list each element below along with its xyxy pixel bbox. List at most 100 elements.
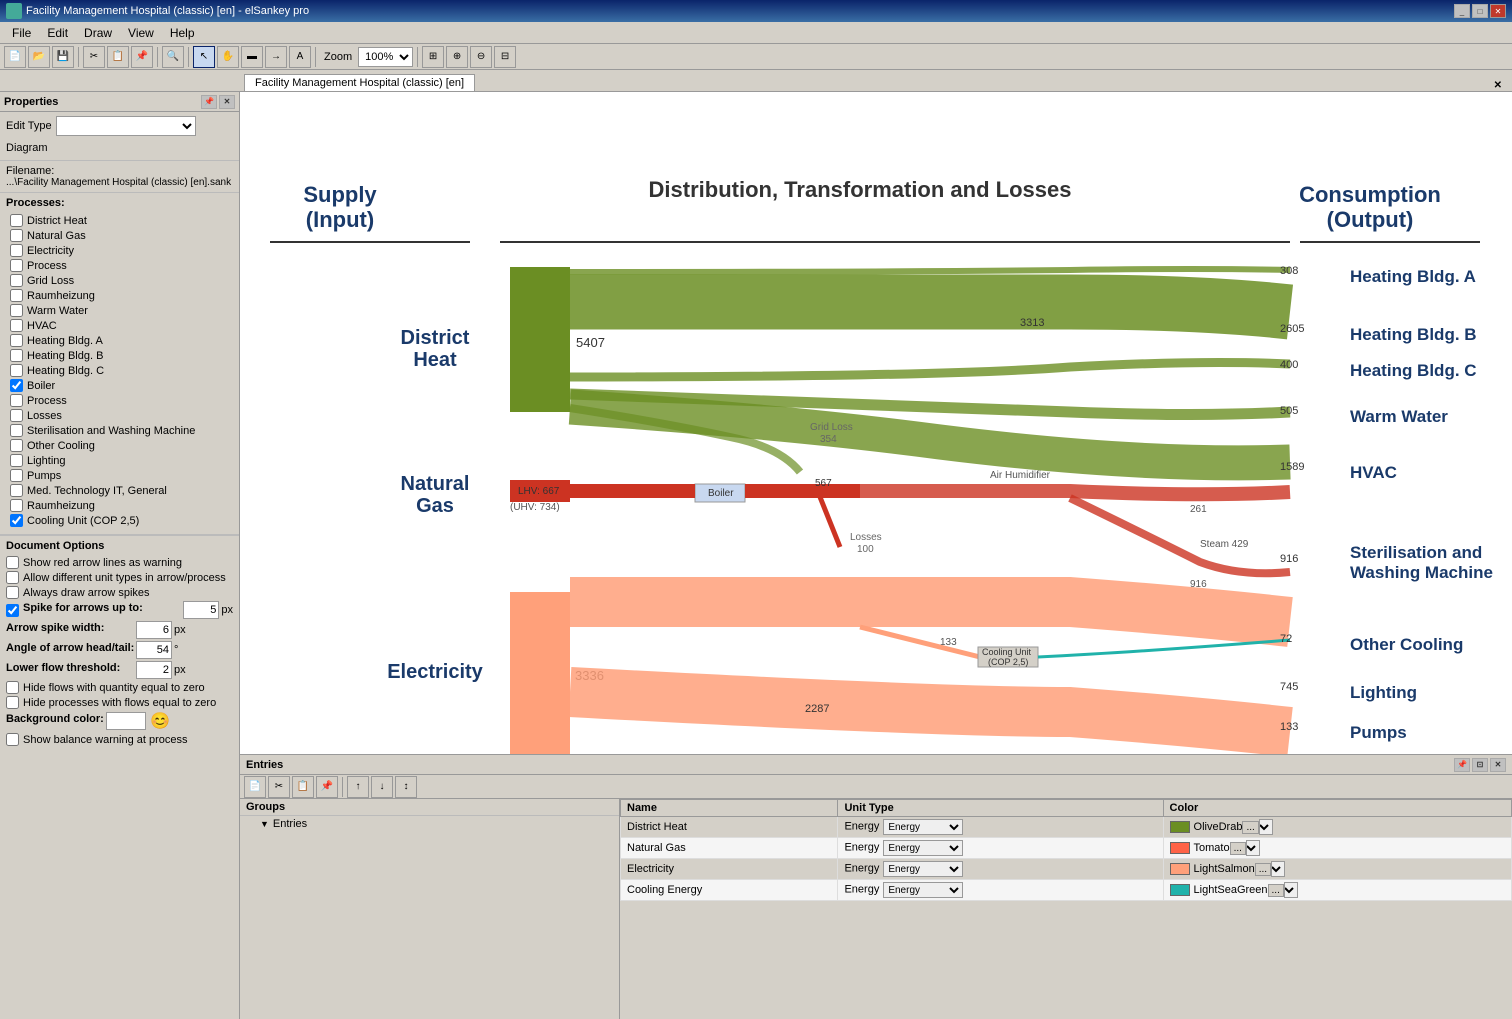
entries-pin-button[interactable]: 📌 (1454, 758, 1470, 772)
menu-view[interactable]: View (120, 24, 162, 42)
color-dropdown-2[interactable]: ▼ (1271, 861, 1285, 877)
process-checkbox-2[interactable] (10, 244, 23, 257)
process-checkbox-15[interactable] (10, 439, 23, 452)
tab-main[interactable]: Facility Management Hospital (classic) [… (244, 74, 475, 91)
process-checkbox-4[interactable] (10, 274, 23, 287)
entry-unit-select-3[interactable]: Energy (883, 882, 963, 898)
color-dots-btn-1[interactable]: ... (1230, 842, 1246, 855)
process-checkbox-19[interactable] (10, 499, 23, 512)
copy-button[interactable]: 📋 (107, 46, 129, 68)
entry-unit-select-1[interactable]: Energy (883, 840, 963, 856)
minimize-button[interactable]: _ (1454, 4, 1470, 18)
tool-select[interactable]: ↖ (193, 46, 215, 68)
entries-new[interactable]: 📄 (244, 776, 266, 798)
process-checkbox-3[interactable] (10, 259, 23, 272)
entry-unit-select-2[interactable]: Energy (883, 861, 963, 877)
process-checkbox-5[interactable] (10, 289, 23, 302)
option-hide-process-checkbox[interactable] (6, 696, 19, 709)
param-spike-value[interactable] (183, 601, 219, 619)
process-checkbox-1[interactable] (10, 229, 23, 242)
process-checkbox-10[interactable] (10, 364, 23, 377)
tool-pan[interactable]: ✋ (217, 46, 239, 68)
entry-color-3: LightSeaGreen...▼ (1163, 880, 1511, 901)
close-button[interactable]: ✕ (1490, 4, 1506, 18)
color-dots-btn-2[interactable]: ... (1255, 863, 1271, 876)
save-button[interactable]: 💾 (52, 46, 74, 68)
menu-help[interactable]: Help (162, 24, 203, 42)
entries-cut[interactable]: ✂ (268, 776, 290, 798)
maximize-button[interactable]: □ (1472, 4, 1488, 18)
zoom-out-button[interactable]: ⊖ (470, 46, 492, 68)
option-balance-warning-label: Show balance warning at process (23, 734, 187, 746)
process-item-11: Boiler (10, 378, 229, 393)
process-checkbox-13[interactable] (10, 409, 23, 422)
cut-button[interactable]: ✂ (83, 46, 105, 68)
entries-float-button[interactable]: ⊡ (1472, 758, 1488, 772)
process-checkbox-6[interactable] (10, 304, 23, 317)
param-angle-value[interactable] (136, 641, 172, 659)
svg-text:(Input): (Input) (306, 207, 374, 232)
entries-up[interactable]: ↑ (347, 776, 369, 798)
tool-arrow[interactable]: → (265, 46, 287, 68)
color-dropdown-1[interactable]: ▼ (1246, 840, 1260, 856)
entries-sort[interactable]: ↕ (395, 776, 417, 798)
menu-file[interactable]: File (4, 24, 39, 42)
zoom-in-button[interactable]: ⊕ (446, 46, 468, 68)
tab-close[interactable]: ✕ (1494, 80, 1502, 91)
entries-copy[interactable]: 📋 (292, 776, 314, 798)
process-checkbox-14[interactable] (10, 424, 23, 437)
process-checkbox-11[interactable] (10, 379, 23, 392)
svg-text:Med. Technology: Med. Technology (1350, 751, 1488, 754)
edit-type-label: Edit Type (6, 120, 52, 132)
search-button[interactable]: 🔍 (162, 46, 184, 68)
open-button[interactable]: 📂 (28, 46, 50, 68)
option-balance-warning-checkbox[interactable] (6, 733, 19, 746)
grid-button[interactable]: ⊟ (494, 46, 516, 68)
color-dropdown-3[interactable]: ▼ (1284, 882, 1298, 898)
option-arrow-spikes-checkbox[interactable] (6, 586, 19, 599)
menu-edit[interactable]: Edit (39, 24, 76, 42)
paste-button[interactable]: 📌 (131, 46, 153, 68)
fit-button[interactable]: ⊞ (422, 46, 444, 68)
bg-color-row: Background color: 😊 (6, 711, 233, 731)
color-dots-btn-0[interactable]: ... (1242, 821, 1258, 834)
edit-type-select[interactable] (56, 116, 196, 136)
color-dropdown-0[interactable]: ▼ (1259, 819, 1273, 835)
process-checkbox-12[interactable] (10, 394, 23, 407)
param-spike-width-value[interactable] (136, 621, 172, 639)
process-checkbox-18[interactable] (10, 484, 23, 497)
svg-text:Other Cooling: Other Cooling (1350, 635, 1463, 654)
process-checkbox-17[interactable] (10, 469, 23, 482)
process-checkbox-8[interactable] (10, 334, 23, 347)
bg-color-swatch[interactable] (106, 712, 146, 730)
canvas-area[interactable]: Supply (Input) Distribution, Transformat… (240, 92, 1512, 754)
process-checkbox-7[interactable] (10, 319, 23, 332)
groups-entries-item[interactable]: ▼ Entries (240, 816, 619, 832)
tool-node[interactable]: ▬ (241, 46, 263, 68)
sidebar-title: Properties (4, 96, 58, 108)
process-checkbox-20[interactable] (10, 514, 23, 527)
new-button[interactable]: 📄 (4, 46, 26, 68)
svg-text:505: 505 (1280, 405, 1298, 417)
entries-paste[interactable]: 📌 (316, 776, 338, 798)
sidebar-close-button[interactable]: ✕ (219, 95, 235, 109)
sidebar-pin-button[interactable]: 📌 (201, 95, 217, 109)
entries-down[interactable]: ↓ (371, 776, 393, 798)
process-checkbox-16[interactable] (10, 454, 23, 467)
menu-draw[interactable]: Draw (76, 24, 120, 42)
tool-text[interactable]: A (289, 46, 311, 68)
entry-name-0: District Heat (621, 817, 838, 838)
param-threshold-value[interactable] (136, 661, 172, 679)
app-icon (6, 3, 22, 19)
entry-unit-select-0[interactable]: Energy (883, 819, 963, 835)
zoom-select[interactable]: 100% 75% 125% 150% (358, 47, 413, 67)
option-unit-types-checkbox[interactable] (6, 571, 19, 584)
entries-header-buttons: 📌 ⊡ ✕ (1454, 758, 1506, 772)
process-checkbox-0[interactable] (10, 214, 23, 227)
entries-close-button[interactable]: ✕ (1490, 758, 1506, 772)
param-spike-arrows-checkbox[interactable] (6, 604, 19, 617)
color-dots-btn-3[interactable]: ... (1268, 884, 1284, 897)
option-hide-zero-checkbox[interactable] (6, 681, 19, 694)
option-red-arrow-checkbox[interactable] (6, 556, 19, 569)
process-checkbox-9[interactable] (10, 349, 23, 362)
